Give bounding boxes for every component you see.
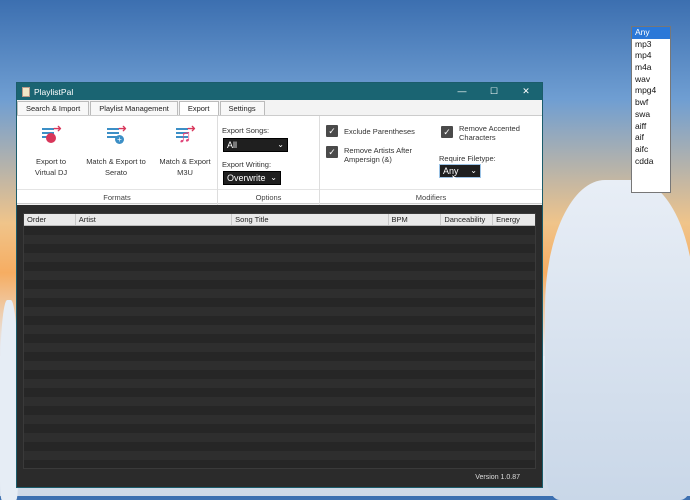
column-header-song-title[interactable]: Song Title (232, 214, 389, 225)
filetype-option-aif[interactable]: aif (632, 132, 670, 144)
checkmark-icon: ✓ (441, 126, 453, 138)
tab-settings[interactable]: Settings (219, 101, 265, 115)
virtualdj-export-icon: ➜ (40, 124, 62, 146)
filetype-option-wav[interactable]: wav (632, 73, 670, 86)
column-header-energy[interactable]: Energy (493, 214, 535, 225)
match-export-m3u-button[interactable]: ♫ ➜ Match & Export M3U (157, 124, 213, 178)
chevron-down-icon: ⌄ (270, 173, 277, 182)
minimize-button[interactable]: — (446, 86, 478, 97)
export-writing-value: Overwrite (227, 173, 266, 183)
column-header-danceability[interactable]: Danceability (441, 214, 494, 225)
exclude-parentheses-checkbox[interactable]: ✓ Exclude Parentheses (326, 125, 415, 137)
checkmark-icon: ✓ (326, 125, 338, 137)
remove-accented-checkbox[interactable]: ✓ Remove Accented Characters (441, 124, 537, 142)
filetype-option-m4a[interactable]: m4a (632, 62, 670, 74)
exclude-parentheses-label: Exclude Parentheses (344, 127, 415, 136)
table-rows (24, 226, 535, 468)
filetype-option-mp4[interactable]: mp4 (632, 50, 670, 63)
options-group: Export Songs: All ⌄ Export Writing: Over… (218, 116, 320, 205)
modifiers-group-label: Modifiers (415, 193, 447, 202)
playlist-table[interactable]: Order Artist Song Title BPM Danceability… (23, 213, 536, 469)
background-tree (545, 180, 690, 500)
filetype-option-mp3[interactable]: mp3 (632, 38, 670, 51)
serato-export-icon: + ➜ (105, 124, 127, 146)
require-filetype-select[interactable]: Any ⌄ (439, 164, 481, 178)
title-bar[interactable]: PlaylistPal — ☐ ✕ (17, 83, 542, 100)
export-virtualdj-button[interactable]: ➜ Export to Virtual DJ (27, 124, 75, 178)
export-virtualdj-label: Export to Virtual DJ (34, 157, 68, 177)
m3u-export-icon: ♫ ➜ (176, 123, 196, 146)
filetype-option-aifc[interactable]: aifc (632, 143, 670, 156)
tab-export[interactable]: Export (178, 101, 219, 116)
tab-bar: Search & Import Playlist Management Expo… (17, 101, 542, 116)
export-writing-label: Export Writing: (222, 160, 272, 169)
tab-search-import[interactable]: Search & Import (17, 101, 90, 115)
status-bar: Version 1.0.87 (17, 469, 542, 487)
chevron-down-icon: ⌄ (277, 140, 284, 149)
modifiers-group: ✓ Exclude Parentheses ✓ Remove Artists A… (320, 116, 542, 205)
formats-group: ➜ Export to Virtual DJ + ➜ Match & Export… (17, 116, 218, 205)
column-header-artist[interactable]: Artist (76, 214, 233, 225)
filetype-dropdown-list[interactable]: Any mp3 mp4 m4a wav mpg4 bwf swa aiff aif aifc cdda (631, 26, 671, 193)
remove-artists-label: Remove Artists After Ampersign (&) (344, 146, 412, 164)
checkmark-icon: ✓ (326, 146, 338, 158)
playlist-table-area: Order Artist Song Title BPM Danceability… (17, 205, 542, 469)
filetype-option-Any[interactable]: Any (632, 27, 670, 39)
window-title: PlaylistPal (34, 86, 74, 97)
require-filetype-label: Require Filetype: (439, 154, 496, 163)
options-group-label: Options (255, 193, 282, 202)
export-songs-value: All (227, 140, 238, 150)
maximize-button[interactable]: ☐ (478, 86, 510, 97)
filetype-option-cdda[interactable]: cdda (632, 155, 670, 168)
export-ribbon: ➜ Export to Virtual DJ + ➜ Match & Export… (17, 115, 542, 205)
formats-group-label: Formats (103, 193, 131, 202)
match-export-m3u-label: Match & Export M3U (159, 157, 211, 177)
remove-artists-checkbox[interactable]: ✓ Remove Artists After Ampersign (&) (326, 146, 426, 164)
app-window: PlaylistPal — ☐ ✕ Search & Import Playli… (16, 82, 543, 488)
filetype-option-aiff[interactable]: aiff (632, 120, 670, 133)
column-header-order[interactable]: Order (24, 214, 76, 225)
export-writing-select[interactable]: Overwrite ⌄ (223, 171, 281, 185)
match-export-serato-button[interactable]: + ➜ Match & Export to Serato (83, 124, 149, 178)
close-button[interactable]: ✕ (510, 86, 542, 97)
table-header: Order Artist Song Title BPM Danceability… (24, 214, 535, 226)
filetype-option-bwf[interactable]: bwf (632, 97, 670, 109)
version-label: Version 1.0.87 (475, 474, 520, 481)
filetype-option-mpg4[interactable]: mpg4 (632, 85, 670, 98)
match-export-serato-label: Match & Export to Serato (86, 157, 146, 177)
app-icon (22, 86, 30, 97)
column-header-bpm[interactable]: BPM (389, 214, 442, 225)
filetype-option-swa[interactable]: swa (632, 108, 670, 121)
export-songs-select[interactable]: All ⌄ (223, 138, 288, 152)
tab-playlist-management[interactable]: Playlist Management (90, 101, 178, 115)
export-songs-label: Export Songs: (222, 126, 270, 135)
chevron-down-icon: ⌄ (470, 166, 477, 175)
remove-accented-label: Remove Accented Characters (459, 124, 520, 142)
